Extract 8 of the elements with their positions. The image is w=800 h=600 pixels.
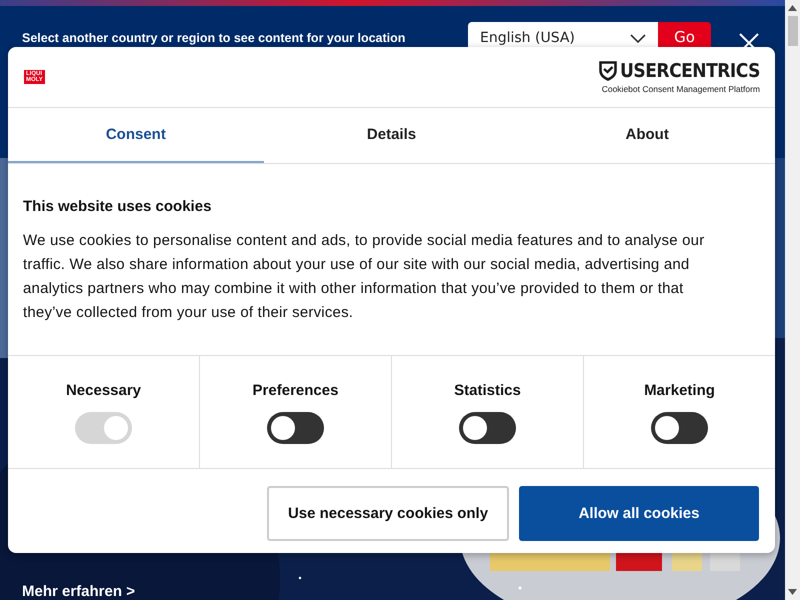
category-label: Marketing (644, 382, 715, 399)
banner-message: Select another country or region to see content for your location (22, 31, 406, 45)
category-label: Preferences (252, 382, 338, 399)
category-label: Statistics (454, 382, 521, 399)
dialog-text: We use cookies to personalise content and ads, to provide social media features and to analyse our traffic. We also share information about your use of our site with our social media, advertising and analytics partners who may combine it with other information that you’ve provided to them or that they’ve collected from your use of their services. (23, 231, 706, 323)
brand-subtitle: Cookiebot Consent Management Platform (602, 84, 760, 94)
dialog-title: This website uses cookies (23, 198, 212, 215)
category-label: Necessary (66, 382, 142, 399)
